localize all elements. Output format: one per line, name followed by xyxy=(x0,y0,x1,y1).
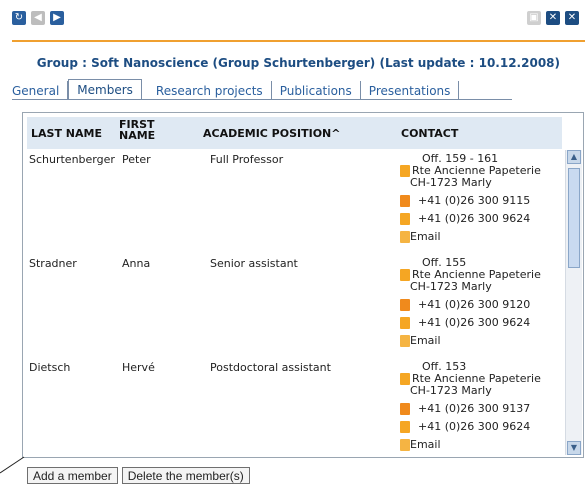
email-icon xyxy=(400,231,410,243)
fax: +41 (0)26 300 9624 xyxy=(418,316,531,329)
address-icon xyxy=(400,165,410,177)
delete-members-button[interactable]: Delete the member(s) xyxy=(121,467,250,484)
tab-bar: General Members Research projects Public… xyxy=(12,79,460,100)
add-member-button[interactable]: Add a member xyxy=(27,467,118,484)
phone-icon xyxy=(400,195,410,207)
cell-last-name: Stradner xyxy=(29,257,77,270)
group-title: Group : Soft Nanoscience (Group Schurten… xyxy=(36,56,560,70)
phone-icon xyxy=(400,299,410,311)
email-icon xyxy=(400,335,410,347)
email[interactable]: Email xyxy=(410,230,441,243)
next-icon[interactable]: ▶ xyxy=(50,11,64,25)
tab-members[interactable]: Members xyxy=(68,79,142,100)
toolbar: ↻ ◀ ▶ ▣ ✕ ✕ xyxy=(0,0,585,40)
members-panel: LAST NAME FIRST NAME ACADEMIC POSITION^ … xyxy=(22,112,584,458)
header-divider xyxy=(12,40,585,42)
tab-presentations[interactable]: Presentations xyxy=(361,81,460,100)
col-last-name[interactable]: LAST NAME xyxy=(31,127,102,140)
col-contact[interactable]: CONTACT xyxy=(401,127,458,140)
col-academic-position[interactable]: ACADEMIC POSITION^ xyxy=(203,127,340,140)
table-row[interactable]: Dietsch Hervé Postdoctoral assistant Off… xyxy=(23,361,563,457)
tab-publications[interactable]: Publications xyxy=(272,81,361,100)
fax-icon xyxy=(400,317,410,329)
email[interactable]: Email xyxy=(410,334,441,347)
table-body: Schurtenberger Peter Full Professor Off.… xyxy=(23,153,563,457)
email-link[interactable]: Email xyxy=(400,231,560,243)
scroll-thumb[interactable] xyxy=(568,168,580,268)
close-icon[interactable]: ✕ xyxy=(565,11,579,25)
contact-block: Off. 159 - 161 Rte Ancienne Papeterie CH… xyxy=(400,153,560,243)
scroll-up-icon[interactable]: ▲ xyxy=(567,150,581,164)
fax-icon xyxy=(400,213,410,225)
cell-first-name: Anna xyxy=(122,257,151,270)
toggle-icon[interactable]: ✕ xyxy=(546,11,560,25)
cell-position: Senior assistant xyxy=(210,257,298,270)
prev-icon[interactable]: ◀ xyxy=(31,11,45,25)
tab-research-projects[interactable]: Research projects xyxy=(148,81,272,100)
address-line2: CH-1723 Marly xyxy=(410,384,492,397)
col-first-name[interactable]: FIRST NAME xyxy=(119,119,159,141)
contact-block: Off. 153 Rte Ancienne Papeterie CH-1723 … xyxy=(400,361,560,451)
table-header: LAST NAME FIRST NAME ACADEMIC POSITION^ … xyxy=(27,117,562,149)
fax: +41 (0)26 300 9624 xyxy=(418,420,531,433)
email-link[interactable]: Email xyxy=(400,439,560,451)
fax: +41 (0)26 300 9624 xyxy=(418,212,531,225)
cell-last-name: Dietsch xyxy=(29,361,71,374)
phone-icon xyxy=(400,403,410,415)
phone: +41 (0)26 300 9115 xyxy=(418,194,531,207)
phone: +41 (0)26 300 9120 xyxy=(418,298,531,311)
email-link[interactable]: Email xyxy=(400,335,560,347)
cell-first-name: Peter xyxy=(122,153,151,166)
cell-first-name: Hervé xyxy=(122,361,155,374)
save-icon[interactable]: ▣ xyxy=(527,11,541,25)
email-icon xyxy=(400,439,410,451)
address-icon xyxy=(400,269,410,281)
tab-underline xyxy=(12,99,512,100)
fax-icon xyxy=(400,421,410,433)
cell-position: Postdoctoral assistant xyxy=(210,361,331,374)
contact-block: Off. 155 Rte Ancienne Papeterie CH-1723 … xyxy=(400,257,560,347)
cell-last-name: Schurtenberger xyxy=(29,153,115,166)
scroll-down-icon[interactable]: ▼ xyxy=(567,441,581,455)
vertical-scrollbar[interactable]: ▲ ▼ xyxy=(565,150,582,455)
cell-position: Full Professor xyxy=(210,153,284,166)
table-row[interactable]: Schurtenberger Peter Full Professor Off.… xyxy=(23,153,563,253)
action-buttons: Add a member Delete the member(s) xyxy=(27,467,250,484)
tab-general[interactable]: General xyxy=(12,81,69,100)
address-line2: CH-1723 Marly xyxy=(410,280,492,293)
address-line2: CH-1723 Marly xyxy=(410,176,492,189)
phone: +41 (0)26 300 9137 xyxy=(418,402,531,415)
table-row[interactable]: Stradner Anna Senior assistant Off. 155 … xyxy=(23,257,563,357)
email[interactable]: Email xyxy=(410,438,441,451)
address-icon xyxy=(400,373,410,385)
refresh-icon[interactable]: ↻ xyxy=(12,11,26,25)
